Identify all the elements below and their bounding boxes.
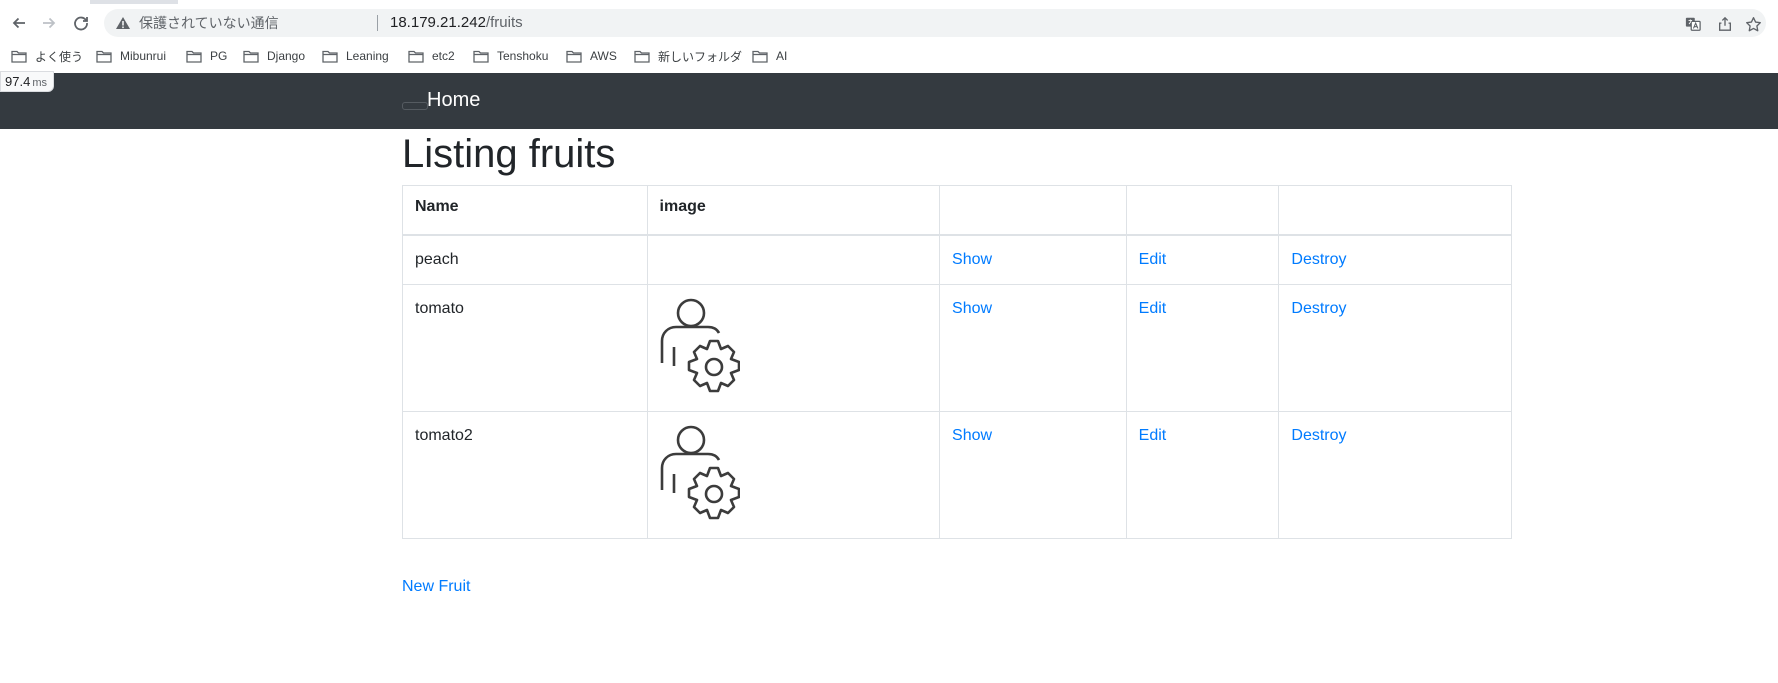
folder-icon (243, 50, 259, 63)
translate-button[interactable] (1684, 15, 1702, 33)
edit-cell: Edit (1125, 411, 1280, 539)
show-cell: Show (939, 284, 1127, 412)
bookmark-folder[interactable]: PG (186, 47, 227, 65)
show-link[interactable]: Show (952, 427, 992, 444)
show-link[interactable]: Show (952, 300, 992, 317)
destroy-cell: Destroy (1278, 411, 1512, 539)
user-gear-icon (660, 425, 740, 520)
bookmark-folder[interactable]: AI (752, 47, 787, 65)
edit-link[interactable]: Edit (1139, 427, 1167, 444)
bookmark-folder[interactable]: 新しいフォルダ (634, 47, 742, 65)
destroy-cell: Destroy (1278, 284, 1512, 412)
edit-link[interactable]: Edit (1139, 251, 1167, 268)
bookmark-folder[interactable]: Tenshoku (473, 47, 548, 65)
table-row: peach Show Edit Destroy (402, 234, 1512, 285)
edit-cell: Edit (1125, 284, 1280, 412)
load-time-value: 97.4 (5, 74, 31, 89)
bookmark-label: Mibunrui (120, 49, 167, 63)
show-cell: Show (939, 411, 1127, 539)
table-header: Name image (402, 185, 1512, 236)
destroy-link[interactable]: Destroy (1291, 300, 1346, 317)
bookmark-label: etc2 (432, 49, 455, 63)
destroy-cell: Destroy (1278, 234, 1512, 285)
share-icon (1719, 16, 1731, 31)
show-cell: Show (939, 234, 1127, 285)
fruit-image-cell (646, 411, 941, 539)
translate-icon (1685, 17, 1701, 31)
folder-icon (634, 50, 650, 63)
folder-icon (408, 50, 424, 63)
fruit-name: tomato (402, 284, 648, 412)
bookmark-label: Django (267, 49, 306, 63)
fruit-name: peach (402, 234, 648, 285)
table-row: tomato Show Edit Destroy (402, 284, 1512, 412)
column-header-edit (1125, 185, 1280, 236)
navbar-home-link[interactable]: Home (427, 88, 480, 112)
folder-icon (473, 50, 489, 63)
address-bar[interactable]: 保護されていない通信 18.179.21.242/fruits (104, 9, 1766, 37)
edit-link[interactable]: Edit (1139, 300, 1167, 317)
folder-icon (96, 50, 112, 63)
page-title: Listing fruits (402, 132, 616, 176)
bookmarks-bar: よく使う Mibunrui PG Django Leaning etc2 Ten… (0, 42, 1778, 70)
fruit-image-cell (646, 284, 941, 412)
fruits-table: Name image peach Show Edit Destroy tomat… (402, 185, 1512, 539)
column-header-destroy (1278, 185, 1512, 236)
load-time-badge: 97.4 ms (0, 71, 54, 92)
browser-toolbar: 保護されていない通信 18.179.21.242/fruits (0, 4, 1778, 42)
navbar-toggler[interactable] (402, 102, 428, 110)
back-button[interactable] (7, 11, 31, 35)
url-host: 18.179.21.242 (390, 14, 486, 31)
bookmark-folder[interactable]: etc2 (408, 47, 455, 65)
bookmark-label: Tenshoku (497, 49, 549, 63)
column-header-name: Name (402, 185, 648, 236)
forward-arrow-icon (43, 17, 56, 29)
edit-cell: Edit (1125, 234, 1280, 285)
bookmark-label: PG (210, 49, 228, 63)
bookmark-folder[interactable]: Django (243, 47, 305, 65)
folder-icon (566, 50, 582, 63)
bookmark-folder[interactable]: Leaning (322, 47, 389, 65)
table-row: tomato2 Show Edit Destroy (402, 411, 1512, 539)
bookmark-folder[interactable]: Mibunrui (96, 47, 166, 65)
folder-icon (11, 50, 27, 63)
bookmark-label: AWS (590, 49, 617, 63)
bookmark-label: よく使う (35, 49, 84, 64)
bookmark-label: 新しいフォルダ (658, 49, 743, 64)
table-body: peach Show Edit Destroy tomato Show Edit… (402, 234, 1512, 539)
fruit-image-cell (646, 234, 941, 285)
folder-icon (752, 50, 768, 63)
warning-triangle-icon[interactable] (115, 16, 131, 30)
url-path: /fruits (485, 14, 523, 31)
omnibox-divider (377, 15, 378, 31)
new-fruit-link[interactable]: New Fruit (402, 575, 470, 599)
load-time-unit: ms (32, 77, 47, 89)
bookmark-star-button[interactable] (1744, 15, 1762, 33)
column-header-show (939, 185, 1127, 236)
site-navbar: Home (0, 73, 1778, 129)
user-gear-icon (660, 298, 740, 393)
share-button[interactable] (1716, 15, 1734, 33)
forward-button[interactable] (37, 11, 61, 35)
bookmark-label: Leaning (346, 49, 389, 63)
folder-icon (322, 50, 338, 63)
fruit-name: tomato2 (402, 411, 648, 539)
bookmark-folder[interactable]: AWS (566, 47, 617, 65)
url-text[interactable]: 18.179.21.242/fruits (390, 15, 523, 31)
security-label[interactable]: 保護されていない通信 (139, 15, 279, 31)
folder-icon (186, 50, 202, 63)
reload-button[interactable] (69, 11, 93, 35)
reload-icon (74, 16, 88, 31)
bookmark-label: AI (776, 49, 788, 63)
table-header-row: Name image (402, 185, 1512, 236)
star-icon (1745, 16, 1761, 31)
bookmark-folder[interactable]: よく使う (11, 47, 83, 65)
back-arrow-icon (12, 17, 25, 29)
destroy-link[interactable]: Destroy (1291, 427, 1346, 444)
destroy-link[interactable]: Destroy (1291, 251, 1346, 268)
show-link[interactable]: Show (952, 251, 992, 268)
column-header-image: image (646, 185, 941, 236)
